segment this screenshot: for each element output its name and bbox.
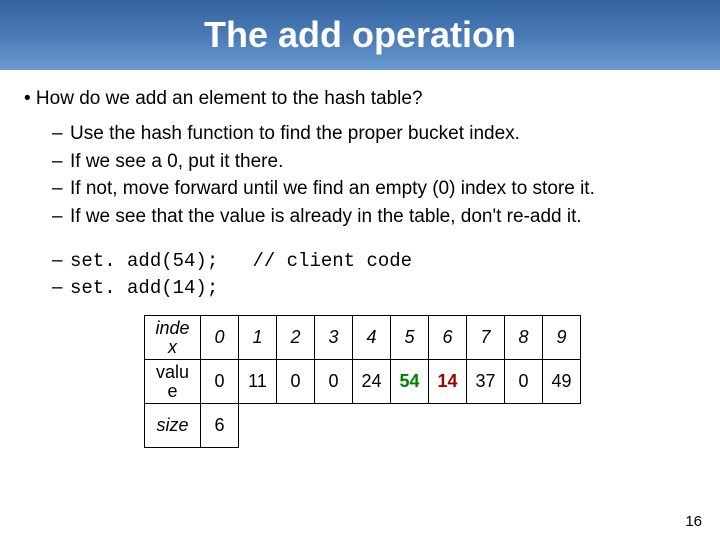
value-cell: 0 <box>201 360 239 404</box>
step-text: If we see a 0, put it there. <box>70 151 283 172</box>
step-list: –Use the hash function to find the prope… <box>52 120 696 230</box>
page-number: 16 <box>685 513 702 530</box>
index-cell: 8 <box>505 316 543 360</box>
size-cell: 6 <box>201 404 239 448</box>
code-line: –set. add(54); // client code <box>52 248 696 275</box>
step-item: –If we see a 0, put it there. <box>52 148 696 176</box>
value-row: valu e 0 11 0 0 24 54 14 37 0 49 <box>145 360 581 404</box>
value-cell: 24 <box>353 360 391 404</box>
slide-content: • How do we add an element to the hash t… <box>0 70 720 448</box>
value-label: valu e <box>145 360 201 404</box>
step-text: If not, move forward until we find an em… <box>70 178 595 199</box>
code-line: –set. add(14); <box>52 275 696 302</box>
index-cell: 4 <box>353 316 391 360</box>
step-item: –If not, move forward until we find an e… <box>52 175 696 203</box>
value-cell: 49 <box>543 360 581 404</box>
size-label: size <box>145 404 201 448</box>
value-cell: 0 <box>315 360 353 404</box>
value-cell: 37 <box>467 360 505 404</box>
value-cell-highlight: 54 <box>391 360 429 404</box>
code-text: set. add(54); <box>70 250 218 272</box>
slide-title: The add operation <box>204 14 516 56</box>
empty-cell <box>239 404 581 448</box>
step-text: If we see that the value is already in t… <box>70 206 582 227</box>
step-item: –Use the hash function to find the prope… <box>52 120 696 148</box>
code-block: –set. add(54); // client code –set. add(… <box>52 248 696 301</box>
value-cell: 0 <box>505 360 543 404</box>
size-row: size 6 <box>145 404 581 448</box>
index-cell: 0 <box>201 316 239 360</box>
hash-table-grid: inde x 0 1 2 3 4 5 6 7 8 9 valu e 0 11 0… <box>144 315 581 448</box>
index-cell: 3 <box>315 316 353 360</box>
index-cell: 1 <box>239 316 277 360</box>
value-cell-highlight: 14 <box>429 360 467 404</box>
code-text: set. add(14); <box>70 277 218 299</box>
index-row: inde x 0 1 2 3 4 5 6 7 8 9 <box>145 316 581 360</box>
index-cell: 6 <box>429 316 467 360</box>
index-cell: 7 <box>467 316 505 360</box>
step-text: Use the hash function to find the proper… <box>70 123 520 144</box>
index-cell: 5 <box>391 316 429 360</box>
index-label: inde x <box>145 316 201 360</box>
index-cell: 9 <box>543 316 581 360</box>
hash-table: inde x 0 1 2 3 4 5 6 7 8 9 valu e 0 11 0… <box>144 315 696 448</box>
title-bar: The add operation <box>0 0 720 70</box>
step-item: –If we see that the value is already in … <box>52 203 696 231</box>
value-cell: 11 <box>239 360 277 404</box>
main-question: • How do we add an element to the hash t… <box>24 88 696 110</box>
code-comment: // client code <box>252 250 412 272</box>
value-cell: 0 <box>277 360 315 404</box>
index-cell: 2 <box>277 316 315 360</box>
